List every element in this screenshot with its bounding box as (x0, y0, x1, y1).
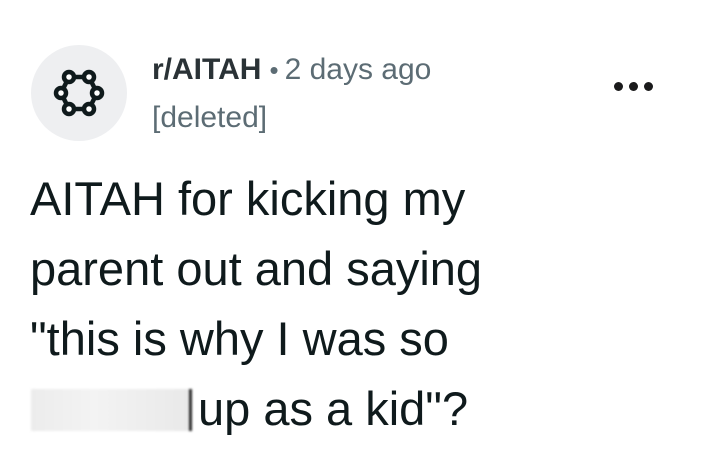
post-time: 2 days ago (284, 53, 432, 86)
post-meta: r/AITAH • 2 days ago [deleted] (152, 52, 431, 136)
title-line: AITAH for kicking my (30, 172, 466, 225)
title-line-4: up as a kid"? (30, 374, 670, 444)
title-line-text: up as a kid"? (198, 382, 469, 435)
censored-word (31, 389, 192, 431)
more-options-button[interactable] (614, 82, 653, 91)
community-nodes-icon (53, 69, 105, 117)
title-line: parent out and saying (30, 242, 483, 295)
subreddit-link[interactable]: r/AITAH (152, 53, 261, 86)
more-options-icon (614, 82, 623, 91)
subreddit-avatar[interactable] (31, 45, 127, 141)
more-options-dot (629, 82, 638, 91)
post-author: [deleted] (152, 101, 268, 134)
post-title[interactable]: AITAH for kicking my parent out and sayi… (30, 164, 670, 444)
title-line: "this is why I was so (30, 312, 449, 365)
more-options-dot (644, 82, 653, 91)
meta-separator: • (269, 55, 279, 85)
